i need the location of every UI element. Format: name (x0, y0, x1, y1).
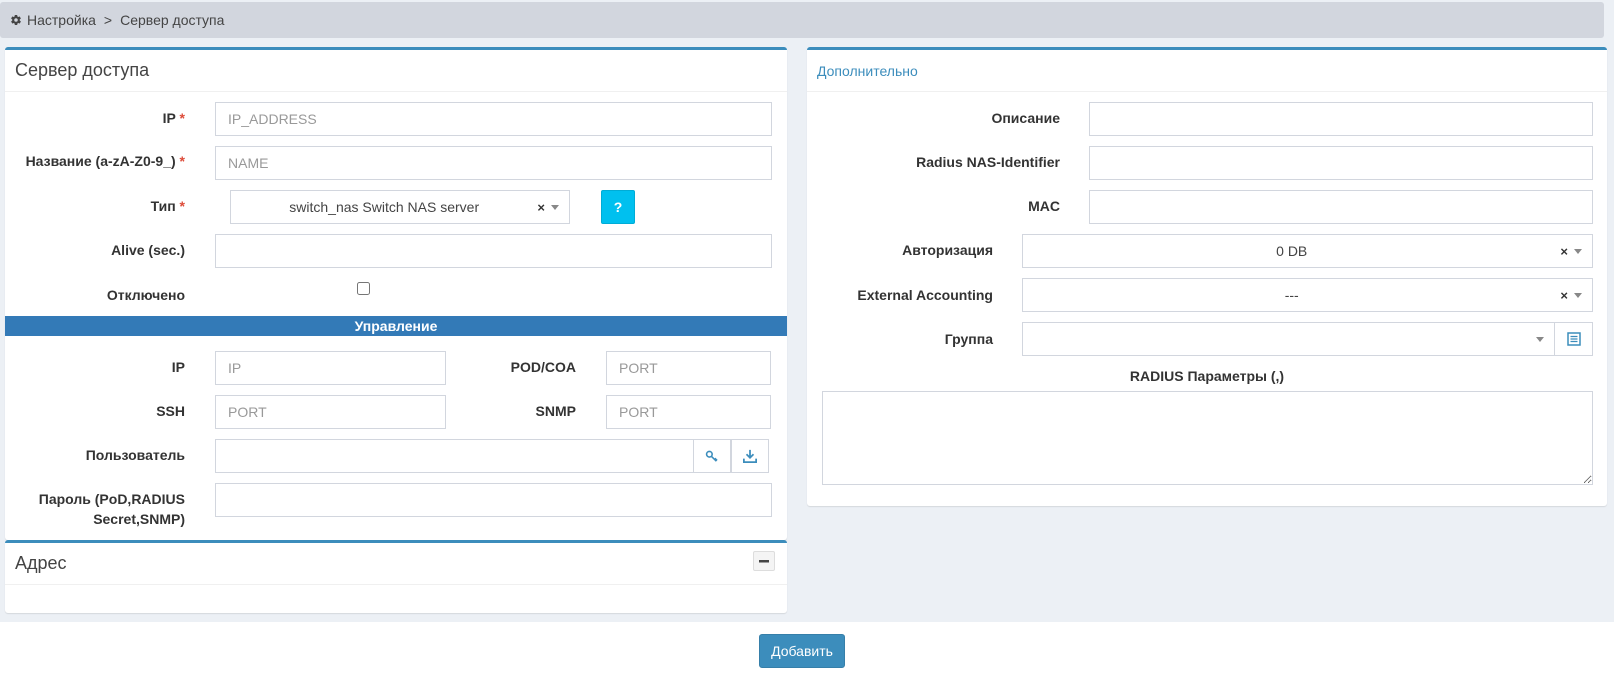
external-accounting-clear-icon[interactable]: × (1560, 288, 1568, 303)
password-input[interactable] (215, 483, 772, 517)
external-accounting-select-value: --- (1284, 287, 1299, 303)
type-clear-icon[interactable]: × (537, 200, 545, 215)
snmp-port-input[interactable] (606, 395, 771, 429)
type-help-button[interactable]: ? (601, 190, 635, 224)
radius-params-textarea[interactable] (822, 391, 1593, 485)
collapse-button[interactable] (753, 551, 775, 571)
mac-label: MAC (1028, 198, 1060, 214)
radius-params-label: RADIUS Параметры (,) (1129, 368, 1285, 384)
gear-icon (11, 15, 21, 26)
access-server-header: Сервер доступа (5, 50, 787, 92)
ip-label: IP * (162, 110, 185, 126)
authorization-select-value: 0 DB (1276, 243, 1308, 259)
mac-input[interactable] (1089, 190, 1593, 224)
ssh-label: SSH (156, 403, 185, 419)
group-list-button[interactable] (1554, 322, 1593, 356)
authorization-select[interactable]: 0 DB × (1022, 234, 1593, 268)
type-select[interactable]: switch_nas Switch NAS server × (230, 190, 570, 224)
mgmt-ip-label: IP (171, 359, 185, 375)
external-accounting-select[interactable]: --- × (1022, 278, 1593, 312)
snmp-label: SNMP (535, 403, 576, 419)
type-label: Тип * (150, 198, 185, 214)
group-label: Группа (944, 331, 993, 347)
nas-identifier-label: Radius NAS-Identifier (916, 154, 1060, 170)
mgmt-ip-input[interactable] (215, 351, 446, 385)
breadcrumb-current: Сервер доступа (120, 12, 225, 28)
pod-coa-label: POD/COA (510, 359, 576, 375)
description-label: Описание (991, 110, 1060, 126)
description-input[interactable] (1089, 102, 1593, 136)
alive-input[interactable] (215, 234, 772, 268)
ssh-port-input[interactable] (215, 395, 446, 429)
nas-identifier-input[interactable] (1089, 146, 1593, 180)
password-label: Пароль (PoD,RADIUS Secret,SNMP) (38, 491, 185, 527)
authorization-clear-icon[interactable]: × (1560, 244, 1568, 259)
additional-header: Дополнительно (807, 50, 1607, 92)
authorization-dropdown-arrow-icon[interactable] (1574, 248, 1582, 254)
address-box: Адрес (5, 540, 787, 613)
key-icon (705, 450, 718, 462)
group-select[interactable] (1022, 322, 1555, 356)
type-select-value: switch_nas Switch NAS server (289, 199, 480, 215)
additional-title: Дополнительно (817, 62, 918, 79)
type-dropdown-arrow-icon[interactable] (551, 204, 559, 210)
group-dropdown-arrow-icon[interactable] (1536, 336, 1544, 342)
pod-coa-port-input[interactable] (606, 351, 771, 385)
generate-key-button[interactable] (693, 439, 731, 473)
address-title: Адрес (15, 553, 67, 573)
add-button[interactable]: Добавить (759, 634, 845, 668)
disabled-checkbox[interactable] (357, 282, 370, 295)
name-input[interactable] (215, 146, 772, 180)
management-section-header: Управление (5, 316, 787, 336)
breadcrumb-root[interactable]: Настройка (27, 12, 96, 28)
external-accounting-label: External Accounting (857, 287, 993, 303)
ip-address-input[interactable] (215, 102, 772, 136)
download-icon (743, 449, 757, 463)
download-button[interactable] (731, 439, 769, 473)
authorization-label: Авторизация (902, 242, 993, 258)
external-accounting-dropdown-arrow-icon[interactable] (1574, 292, 1582, 298)
alive-label: Alive (sec.) (111, 242, 185, 258)
user-label: Пользователь (85, 447, 185, 463)
list-icon (1566, 332, 1581, 346)
breadcrumb-separator: > (103, 12, 113, 28)
address-header: Адрес (5, 543, 787, 585)
disabled-label: Отключено (106, 287, 185, 303)
name-label: Название (a-zA-Z0-9_) * (25, 153, 185, 169)
user-input[interactable] (215, 439, 694, 473)
page-title: Сервер доступа (15, 60, 150, 80)
breadcrumb: Настройка > Сервер доступа (0, 2, 1604, 38)
minus-icon (759, 560, 769, 563)
